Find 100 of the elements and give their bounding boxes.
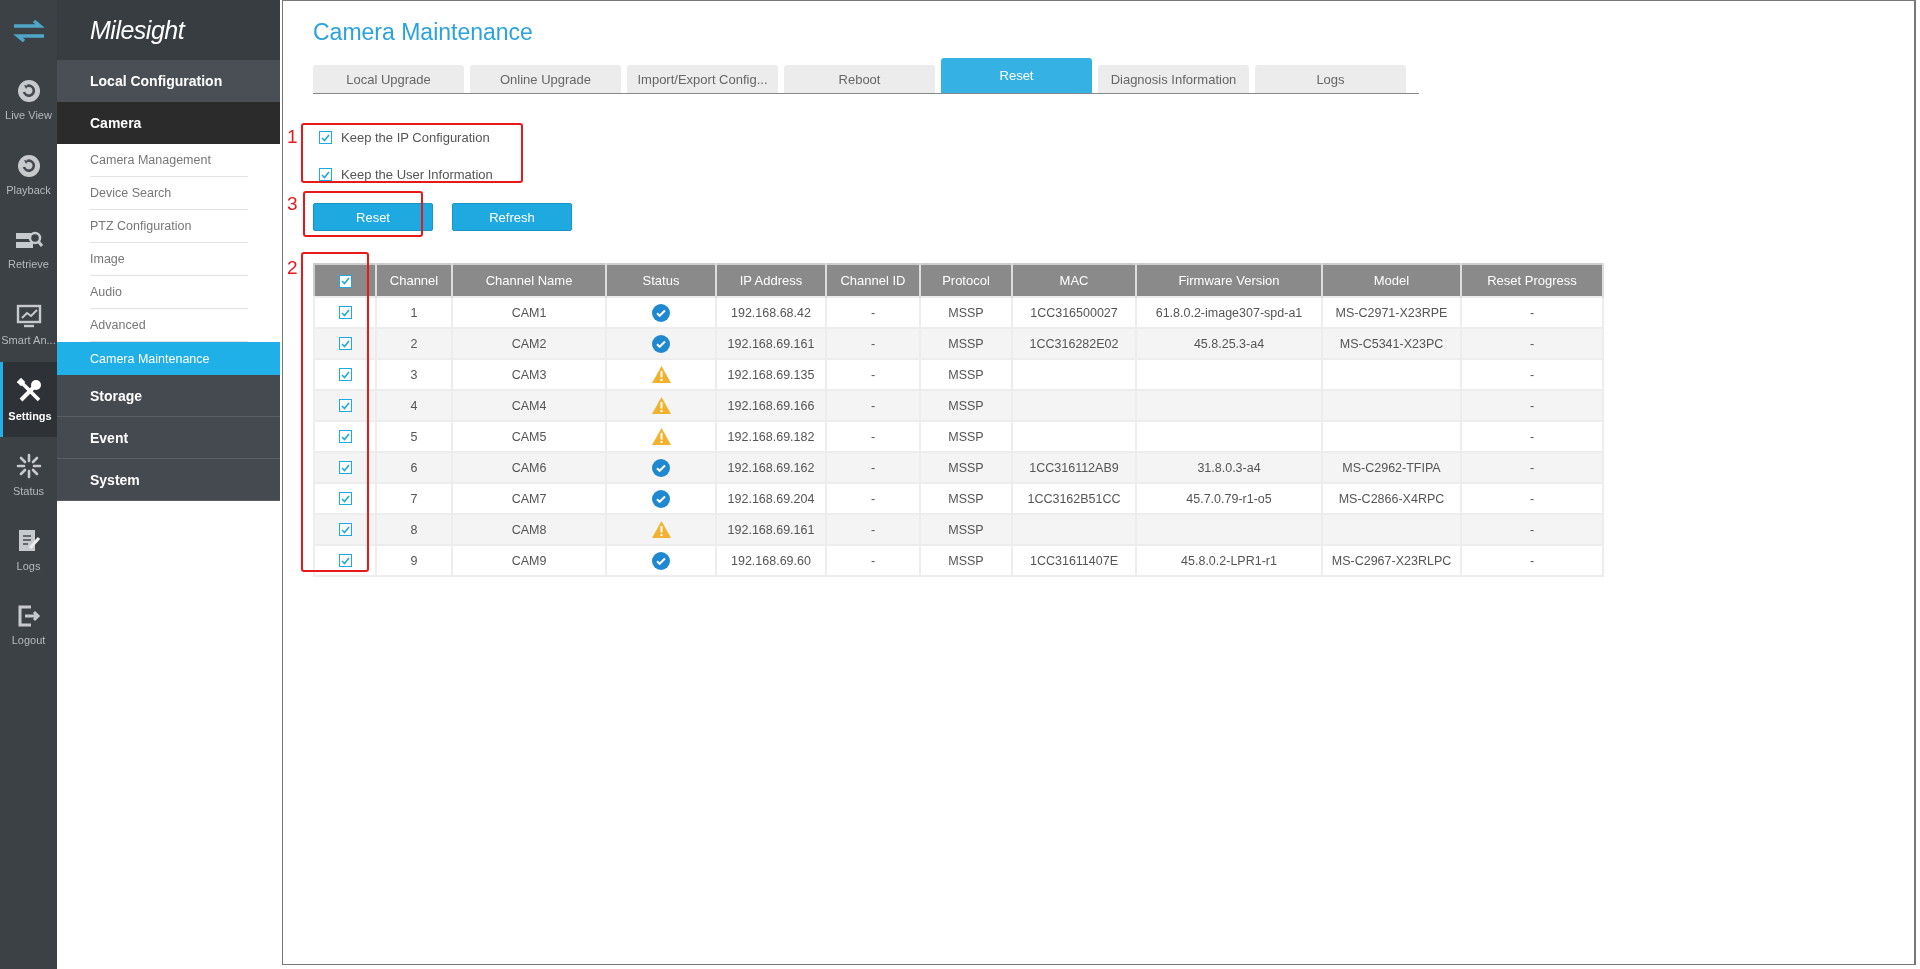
row-checkbox[interactable] — [338, 554, 352, 567]
sidebar-group[interactable]: System — [57, 459, 280, 501]
table-cell: 5 — [410, 429, 418, 444]
row-checkbox[interactable] — [338, 430, 352, 443]
table-cell: 192.168.69.60 — [731, 553, 811, 568]
table-cell: 1CC3162B51CC — [1027, 491, 1121, 506]
table-cell: MSSP — [948, 491, 984, 506]
tab[interactable]: Online Upgrade — [470, 65, 621, 93]
table-cell: - — [870, 367, 876, 382]
table-cell: 31.8.0.3-a4 — [1197, 460, 1261, 475]
annotation-number: 1 — [287, 127, 298, 146]
row-checkbox[interactable] — [338, 492, 352, 505]
nav-rail-item[interactable]: Smart An... — [0, 287, 57, 362]
table-cell: - — [870, 336, 876, 351]
sidebar-item[interactable]: Device Search — [90, 177, 248, 210]
column-header: Status — [606, 264, 716, 297]
table-cell: 45.8.0.2-LPR1-r1 — [1181, 553, 1277, 568]
table-cell: MS-C2967-X23RLPC — [1331, 553, 1452, 568]
table-cell: 1CC316282E02 — [1029, 336, 1119, 351]
sidebar-section-title[interactable]: Local Configuration — [57, 60, 280, 102]
tab[interactable]: Import/Export Config... — [627, 65, 778, 93]
table-cell: - — [1529, 460, 1535, 475]
tab[interactable]: Reboot — [784, 65, 935, 93]
sidebar-item[interactable]: PTZ Configuration — [90, 210, 248, 243]
table-cell: 1 — [410, 305, 418, 320]
table-cell: 192.168.68.42 — [731, 305, 811, 320]
row-checkbox[interactable] — [338, 399, 352, 412]
table-cell: 3 — [410, 367, 418, 382]
table-cell: 8 — [410, 522, 418, 537]
column-header: Reset Progress — [1461, 264, 1603, 297]
nav-rail-item[interactable]: Live View — [0, 62, 57, 137]
column-header: Channel — [376, 264, 452, 297]
table-cell: - — [1529, 367, 1535, 382]
table-cell: 2 — [410, 336, 418, 351]
sidebar-item[interactable]: Camera Management — [90, 144, 248, 177]
page-title: Camera Maintenance — [313, 19, 534, 46]
table-cell: CAM8 — [511, 522, 547, 537]
tab[interactable]: Local Upgrade — [313, 65, 464, 93]
table-cell: - — [1529, 491, 1535, 506]
tab[interactable]: Diagnosis Information — [1098, 65, 1249, 93]
sidebar-group[interactable]: Camera — [57, 102, 280, 144]
refresh-circle-icon — [16, 153, 41, 178]
column-header: MAC — [1012, 264, 1136, 297]
swap-arrows-icon[interactable] — [11, 20, 46, 42]
table-cell: 192.168.69.204 — [727, 491, 815, 506]
sidebar-item[interactable]: Image — [90, 243, 248, 276]
nav-rail-item[interactable]: Retrieve — [0, 212, 57, 287]
tab[interactable]: Logs — [1255, 65, 1406, 93]
action-button[interactable]: Reset — [313, 203, 433, 231]
table-cell: MSSP — [948, 553, 984, 568]
nav-rail-item[interactable]: Status — [0, 437, 57, 512]
checkbox[interactable] — [319, 131, 332, 144]
table-cell: MS-C2971-X23RPE — [1335, 305, 1448, 320]
column-header: Firmware Version — [1136, 264, 1322, 297]
table-cell: 61.8.0.2-image307-spd-a1 — [1155, 305, 1303, 320]
table-cell: CAM5 — [511, 429, 547, 444]
annotation-number: 2 — [287, 258, 298, 277]
select-all-checkbox[interactable] — [338, 274, 352, 288]
annotation-number: 3 — [287, 194, 298, 213]
table-cell: 1CC316112AB9 — [1029, 460, 1119, 475]
sidebar-group[interactable]: Event — [57, 417, 280, 459]
document-pen-icon — [16, 527, 41, 554]
table-cell: 4 — [410, 398, 418, 413]
action-button[interactable]: Refresh — [452, 203, 572, 231]
row-checkbox[interactable] — [338, 461, 352, 474]
table-cell: - — [870, 491, 876, 506]
table-cell: - — [870, 460, 876, 475]
table-cell: MSSP — [948, 460, 984, 475]
table-cell: MSSP — [948, 336, 984, 351]
sidebar-group[interactable]: Storage — [57, 375, 280, 417]
row-checkbox[interactable] — [338, 523, 352, 536]
table-cell: - — [870, 522, 876, 537]
row-checkbox[interactable] — [338, 368, 352, 381]
checkbox[interactable] — [319, 168, 332, 181]
table-cell: CAM4 — [511, 398, 547, 413]
row-checkbox[interactable] — [338, 306, 352, 319]
table-cell: MSSP — [948, 398, 984, 413]
column-header: Protocol — [920, 264, 1012, 297]
table-cell: MSSP — [948, 429, 984, 444]
table-cell: 192.168.69.166 — [727, 398, 815, 413]
row-checkbox[interactable] — [338, 337, 352, 350]
refresh-circle-icon — [16, 78, 41, 103]
chart-monitor-icon — [15, 303, 42, 328]
table-cell: MSSP — [948, 367, 984, 382]
table-cell: - — [1529, 336, 1535, 351]
nav-rail-item[interactable]: Logout — [0, 587, 57, 662]
burst-icon — [15, 452, 42, 479]
table-cell: MSSP — [948, 522, 984, 537]
table-cell: - — [1529, 553, 1535, 568]
nav-rail-item[interactable]: Playback — [0, 137, 57, 212]
brand-logo: Milesight — [90, 15, 185, 45]
sidebar-item[interactable]: Audio — [90, 276, 248, 309]
table-cell: MS-C2866-X4RPC — [1338, 491, 1445, 506]
nav-rail-item[interactable]: Settings — [0, 362, 57, 437]
table-cell: - — [1529, 522, 1535, 537]
table-cell: - — [870, 305, 876, 320]
column-header: Channel ID — [826, 264, 920, 297]
table-cell: 192.168.69.162 — [727, 460, 815, 475]
checkbox-label: Keep the IP Configuration — [341, 130, 490, 145]
nav-rail-item[interactable]: Logs — [0, 512, 57, 587]
